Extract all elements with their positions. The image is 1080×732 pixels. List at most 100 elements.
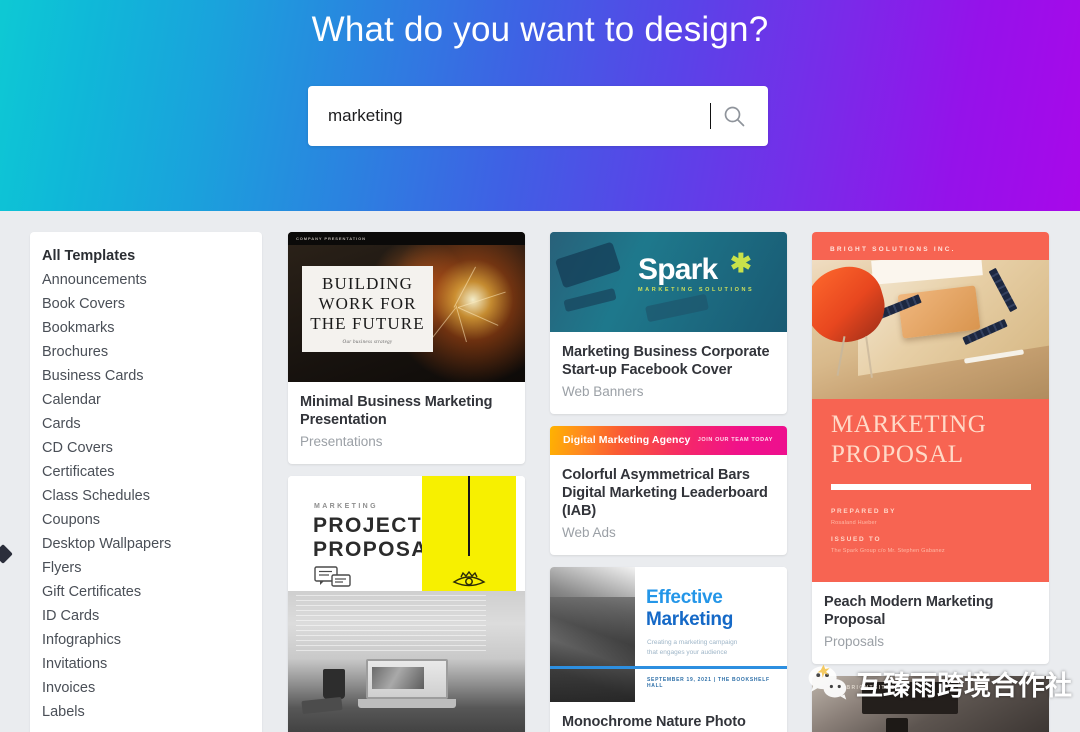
card-category: Proposals	[824, 634, 885, 649]
asterisk-icon: ✱	[730, 248, 752, 278]
template-card-project-proposal[interactable]: MARKETING PROJECT PROPOSAL	[288, 476, 525, 732]
subtitle-line-1: Creating a marketing campaign	[647, 639, 738, 646]
issued-to-label: ISSUED TO	[831, 536, 882, 543]
sidebar-item-flyers[interactable]: Flyers	[30, 556, 262, 580]
subtitle-line-2: that engages your audience	[647, 649, 728, 656]
thumb-topbar-label: COMPANY PRESENTATION	[296, 235, 366, 241]
text-cursor	[710, 103, 711, 129]
template-card-digital-marketing-leaderboard[interactable]: Digital Marketing Agency JOIN OUR TEAM T…	[550, 426, 787, 555]
desk-photo	[288, 591, 525, 732]
issued-to-value: The Spark Group c/o Mr. Stephen Gabanez	[831, 548, 945, 554]
search-bar[interactable]	[308, 86, 768, 146]
divider-rule	[550, 666, 787, 669]
spark-logo: Spark ✱ MARKETING SOLUTIONS	[638, 250, 787, 293]
canva-template-search-page: What do you want to design? All Template…	[0, 0, 1080, 732]
thumb-heading-line-2: Marketing	[646, 609, 734, 630]
thumb-heading: Effective Marketing	[646, 587, 733, 631]
sidebar-item-announcements[interactable]: Announcements	[30, 268, 262, 292]
sidebar-item-all-templates[interactable]: All Templates	[30, 244, 262, 268]
banner-cta: JOIN OUR TEAM TODAY	[697, 437, 773, 443]
page-title: What do you want to design?	[311, 10, 769, 49]
thumb-brand: BRIGHT SOLUTIONS INC.	[830, 246, 956, 253]
pen-cup	[323, 669, 345, 699]
template-card-effective-marketing[interactable]: Effective Marketing Creating a marketing…	[550, 567, 787, 732]
category-sidebar[interactable]: All Templates Announcements Book Covers …	[30, 232, 262, 732]
card-meta: Minimal Business Marketing Presentation …	[288, 382, 525, 464]
sidebar-item-brochures[interactable]: Brochures	[30, 340, 262, 364]
sidebar-item-id-cards[interactable]: ID Cards	[30, 604, 262, 628]
thumb-heading-line-1: MARKETING	[831, 411, 987, 438]
template-card-q3-marketing-plan[interactable]: BY BRIGHTSITES Q3 Marketing Plan	[812, 676, 1049, 732]
card-title: Monochrome Nature Photo Blue Effective M…	[562, 714, 746, 730]
card-category: Web Ads	[562, 525, 616, 540]
laptop	[358, 659, 456, 715]
prepared-by-label: PREPARED BY	[831, 508, 897, 515]
eye-crown-icon	[452, 571, 486, 587]
thumb-subtitle: Creating a marketing campaign that engag…	[647, 638, 767, 658]
sidebar-item-invitations[interactable]: Invitations	[30, 652, 262, 676]
chat-bubbles-icon	[314, 566, 351, 587]
sidebar-item-cards[interactable]: Cards	[30, 412, 262, 436]
card-title: Peach Modern Marketing Proposal	[824, 594, 994, 628]
search-input[interactable]	[328, 86, 698, 146]
sidebar-item-bookmarks[interactable]: Bookmarks	[30, 316, 262, 340]
thumb-line-3: THE FUTURE	[310, 313, 425, 333]
workspace-photo	[812, 260, 1049, 399]
results-column-3: BRIGHT SOLUTIONS INC. MARKETING PROPOSAL…	[812, 232, 1049, 732]
template-thumbnail: BRIGHT SOLUTIONS INC. MARKETING PROPOSAL…	[812, 232, 1049, 582]
thumb-byline: BY BRIGHTSITES	[834, 685, 896, 691]
nature-photo	[550, 567, 635, 702]
chevron-left-icon[interactable]	[0, 544, 13, 564]
template-card-peach-marketing-proposal[interactable]: BRIGHT SOLUTIONS INC. MARKETING PROPOSAL…	[812, 232, 1049, 664]
results-column-1: COMPANY PRESENTATION BUILDING WORK FOR T…	[288, 232, 525, 732]
window-blinds	[296, 595, 486, 655]
card-meta: Marketing Business Corporate Start-up Fa…	[550, 332, 787, 414]
phone	[301, 696, 343, 715]
card-meta: Colorful Asymmetrical Bars Digital Marke…	[550, 455, 787, 555]
sidebar-item-certificates[interactable]: Certificates	[30, 460, 262, 484]
template-thumbnail: BY BRIGHTSITES Q3 Marketing Plan	[812, 676, 1049, 732]
card-category: Web Banners	[562, 384, 644, 399]
template-card-minimal-business[interactable]: COMPANY PRESENTATION BUILDING WORK FOR T…	[288, 232, 525, 464]
template-thumbnail: COMPANY PRESENTATION BUILDING WORK FOR T…	[288, 232, 525, 382]
card-meta: Peach Modern Marketing Proposal Proposal…	[812, 582, 1049, 664]
banner-label: Digital Marketing Agency	[563, 434, 691, 446]
sidebar-item-infographics[interactable]: Infographics	[30, 628, 262, 652]
sidebar-item-business-cards[interactable]: Business Cards	[30, 364, 262, 388]
thumb-line-2: WORK FOR	[318, 293, 417, 313]
search-icon[interactable]	[722, 104, 746, 128]
thumb-tagline: Our business strategy	[342, 339, 393, 345]
template-thumbnail: Spark ✱ MARKETING SOLUTIONS	[550, 232, 787, 332]
logo-wordmark: Spark	[638, 253, 718, 286]
thumb-kicker: MARKETING	[314, 503, 378, 510]
sidebar-item-desktop-wallpapers[interactable]: Desktop Wallpapers	[30, 532, 262, 556]
thumb-heading-line-2: PROPOSAL	[831, 441, 964, 468]
card-title: Minimal Business Marketing Presentation	[300, 394, 493, 428]
sidebar-item-labels[interactable]: Labels	[30, 700, 262, 724]
thumb-text-panel: BUILDING WORK FOR THE FUTURE Our busines…	[302, 266, 433, 352]
hero-header: What do you want to design?	[0, 0, 1080, 211]
card-title: Colorful Asymmetrical Bars Digital Marke…	[562, 467, 768, 519]
thumb-heading: MARKETING PROPOSAL	[831, 410, 986, 470]
sidebar-item-class-schedules[interactable]: Class Schedules	[30, 484, 262, 508]
prepared-by-value: Rosaland Hueber	[831, 520, 877, 526]
logo-subtitle: MARKETING SOLUTIONS	[638, 287, 755, 293]
sidebar-item-gift-certificates[interactable]: Gift Certificates	[30, 580, 262, 604]
thumb-topbar: COMPANY PRESENTATION	[288, 232, 525, 245]
results-column-2: Spark ✱ MARKETING SOLUTIONS Marketing Bu…	[550, 232, 787, 732]
sidebar-item-coupons[interactable]: Coupons	[30, 508, 262, 532]
thumb-line-1: BUILDING	[322, 273, 413, 293]
card-title: Marketing Business Corporate Start-up Fa…	[562, 344, 770, 378]
content-area: All Templates Announcements Book Covers …	[0, 211, 1080, 732]
divider-bar	[831, 484, 1031, 490]
sidebar-item-invoices[interactable]: Invoices	[30, 676, 262, 700]
sidebar-item-calendar[interactable]: Calendar	[30, 388, 262, 412]
template-thumbnail: MARKETING PROJECT PROPOSAL	[288, 476, 525, 732]
sidebar-item-cd-covers[interactable]: CD Covers	[30, 436, 262, 460]
sidebar-item-book-covers[interactable]: Book Covers	[30, 292, 262, 316]
template-card-spark-facebook-cover[interactable]: Spark ✱ MARKETING SOLUTIONS Marketing Bu…	[550, 232, 787, 414]
card-meta: Monochrome Nature Photo Blue Effective M…	[550, 702, 787, 732]
thumb-date-line: SEPTEMBER 19, 2021 | THE BOOKSHELF HALL	[647, 677, 770, 689]
template-thumbnail: Digital Marketing Agency JOIN OUR TEAM T…	[550, 426, 787, 455]
photo-object	[886, 718, 908, 732]
